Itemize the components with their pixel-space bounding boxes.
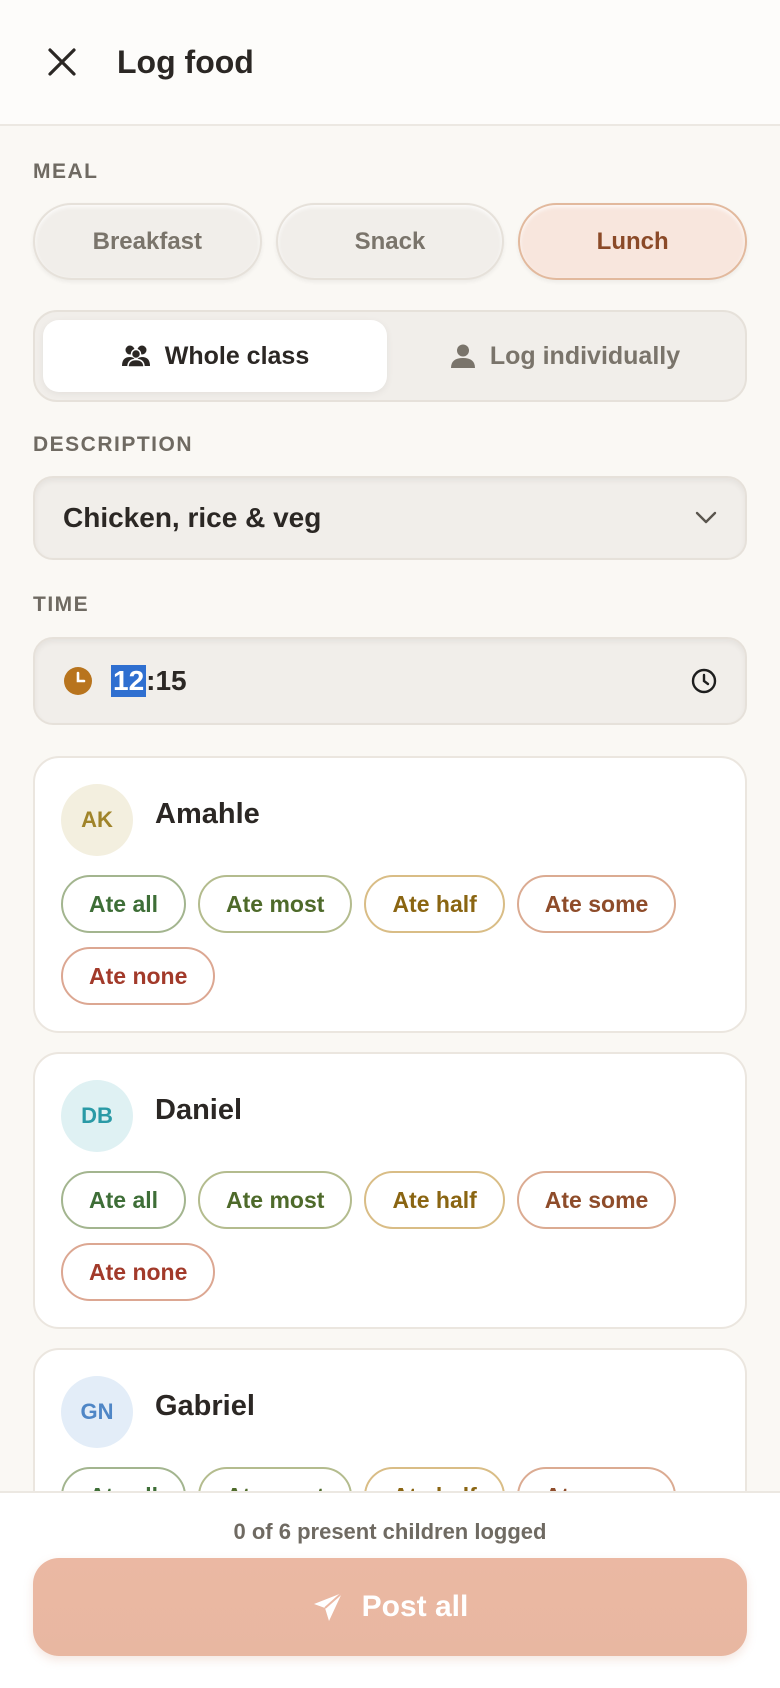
- post-all-button[interactable]: Post all: [33, 1558, 747, 1656]
- meal-option-breakfast[interactable]: Breakfast: [33, 203, 262, 280]
- portion-ate-some[interactable]: Ate some: [516, 875, 677, 933]
- avatar: DB: [61, 1080, 133, 1152]
- log-food-screen: Log food MEAL Breakfast Snack Lunch Whol…: [0, 0, 780, 1688]
- portion-ate-none[interactable]: Ate none: [61, 947, 216, 1005]
- time-input[interactable]: 12:15: [33, 637, 747, 725]
- clock-icon[interactable]: [691, 668, 717, 694]
- time-hours[interactable]: 12: [111, 665, 147, 697]
- page-title: Log food: [117, 44, 254, 80]
- portion-options: Ate all Ate most Ate half Ate some Ate n…: [61, 1171, 721, 1301]
- portion-ate-none[interactable]: Ate none: [61, 1243, 216, 1301]
- clock-badge-icon: [64, 667, 92, 695]
- bottom-action-bar: 0 of 6 present children logged Post all: [0, 1491, 780, 1688]
- child-name: Amahle: [155, 798, 260, 830]
- portion-ate-all[interactable]: Ate all: [61, 875, 187, 933]
- portion-ate-most[interactable]: Ate most: [198, 875, 353, 933]
- child-card: AK Amahle Ate all Ate most Ate half Ate …: [33, 756, 747, 1033]
- close-icon: [48, 48, 76, 76]
- child-name: Gabriel: [155, 1390, 255, 1422]
- log-mode-toggle: Whole class Log individually: [33, 310, 747, 402]
- meal-option-snack[interactable]: Snack: [275, 203, 505, 280]
- description-value: Chicken, rice & veg: [63, 502, 322, 533]
- description-select[interactable]: Chicken, rice & veg: [33, 476, 747, 560]
- portion-ate-half[interactable]: Ate half: [364, 875, 505, 933]
- post-all-label: Post all: [361, 1590, 469, 1623]
- mode-log-individually-label: Log individually: [489, 341, 681, 370]
- meal-label: MEAL: [33, 160, 99, 183]
- meal-option-lunch[interactable]: Lunch: [518, 203, 748, 280]
- avatar: GN: [61, 1376, 133, 1448]
- portion-ate-half[interactable]: Ate half: [364, 1171, 505, 1229]
- mode-log-individually[interactable]: Log individually: [393, 320, 737, 392]
- person-icon: [450, 344, 475, 368]
- logged-count-status: 0 of 6 present children logged: [233, 1519, 547, 1544]
- chevron-down-icon: [695, 511, 717, 524]
- child-card: DB Daniel Ate all Ate most Ate half Ate …: [33, 1052, 747, 1329]
- portion-ate-all[interactable]: Ate all: [61, 1171, 187, 1229]
- description-label: DESCRIPTION: [33, 433, 194, 456]
- child-name: Daniel: [155, 1094, 243, 1126]
- avatar: AK: [61, 784, 133, 856]
- portion-ate-most[interactable]: Ate most: [198, 1171, 353, 1229]
- top-bar: Log food: [0, 0, 780, 126]
- time-separator: :: [146, 665, 156, 696]
- mode-whole-class[interactable]: Whole class: [43, 320, 387, 392]
- time-label: TIME: [33, 593, 90, 616]
- meal-selector: Breakfast Snack Lunch: [33, 203, 748, 280]
- close-button[interactable]: [40, 40, 84, 84]
- group-icon: [121, 345, 150, 368]
- send-icon: [313, 1592, 343, 1621]
- time-value: 12:15: [111, 665, 691, 697]
- time-minutes[interactable]: 15: [155, 665, 186, 697]
- portion-options: Ate all Ate most Ate half Ate some Ate n…: [61, 875, 721, 1005]
- mode-whole-class-label: Whole class: [164, 341, 310, 370]
- portion-ate-some[interactable]: Ate some: [516, 1171, 677, 1229]
